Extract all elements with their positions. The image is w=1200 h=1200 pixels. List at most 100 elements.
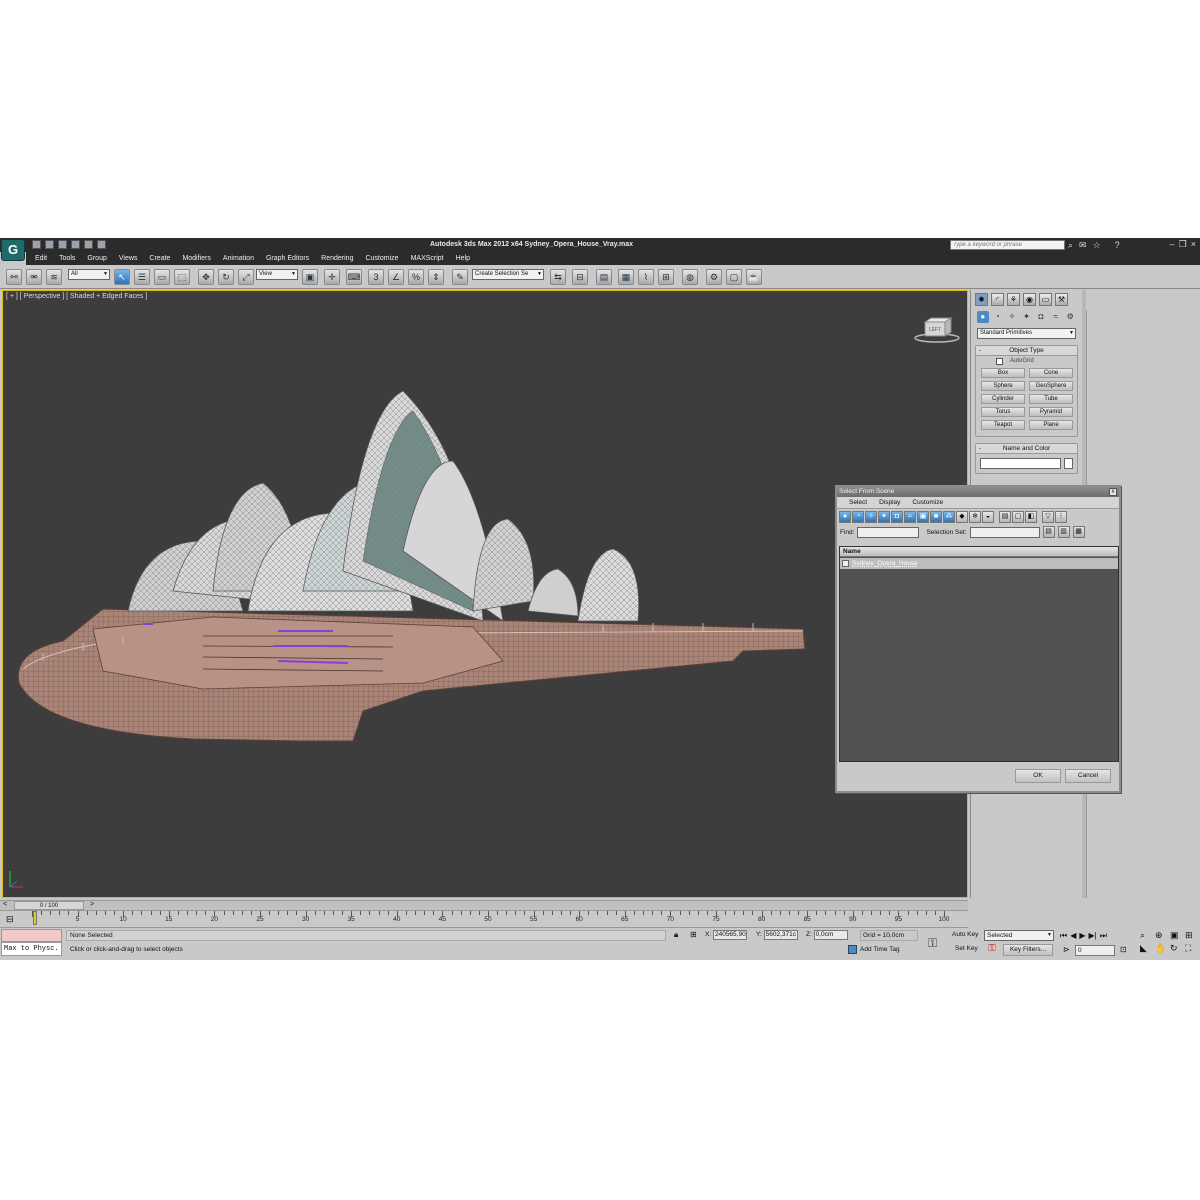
y-field[interactable]: 5602,371c (763, 930, 798, 940)
key-filters-button[interactable]: Key Filters... (1003, 944, 1053, 956)
field-of-view-icon[interactable]: ◣ (1140, 943, 1153, 954)
rotate-icon[interactable]: ↻ (218, 269, 234, 285)
box-button[interactable]: Box (981, 368, 1025, 378)
material-editor-icon[interactable]: ◍ (682, 269, 698, 285)
menu-views[interactable]: Views (114, 255, 143, 262)
set-keys-icon[interactable]: ⚿ (985, 943, 999, 957)
help-icon[interactable]: ? (1115, 240, 1120, 251)
track-bar[interactable]: ⊟ 5 10 15 20 25 30 35 40 45 50 55 60 65 70 75 80 85 90 95 1… (0, 910, 968, 928)
create-tab-icon[interactable]: ✹ (975, 293, 988, 306)
shapes-category-icon[interactable]: ◔ (992, 311, 1004, 323)
display-spacewarps-icon[interactable]: ≈ (904, 511, 916, 523)
zoom-icon[interactable]: ⌕ (1140, 930, 1153, 941)
reference-coordinate-dropdown[interactable]: View (256, 269, 298, 280)
next-frame-icon[interactable]: > (90, 901, 94, 908)
time-configuration-icon[interactable]: ⊡ (1120, 945, 1127, 954)
window-crossing-icon[interactable]: ⬚ (174, 269, 190, 285)
add-time-tag[interactable]: Add Time Tag (848, 945, 900, 954)
schematic-view-icon[interactable]: ⊞ (658, 269, 674, 285)
display-geometry-icon[interactable]: ● (839, 511, 851, 523)
restore-icon[interactable]: ❐ (1179, 239, 1187, 250)
object-color-swatch[interactable] (1064, 458, 1073, 469)
selection-set-remove-icon[interactable]: ▥ (1057, 526, 1070, 538)
hierarchy-tab-icon[interactable]: ⚘ (1007, 293, 1020, 306)
select-invert-icon[interactable]: ◧ (1025, 511, 1037, 523)
favorites-star-icon[interactable]: ☆ (1093, 240, 1101, 251)
minimize-icon[interactable]: – (1170, 239, 1175, 250)
key-icon[interactable]: ⚿ (928, 936, 937, 951)
dialog-menu-select[interactable]: Select (843, 497, 873, 508)
select-by-name-icon[interactable]: ☰ (134, 269, 150, 285)
time-cursor[interactable] (33, 911, 37, 925)
cone-button[interactable]: Cone (1029, 368, 1073, 378)
play-icon[interactable]: ▶ (1079, 931, 1085, 941)
cancel-button[interactable]: Cancel (1065, 769, 1111, 783)
rectangular-selection-icon[interactable]: ▭ (154, 269, 170, 285)
binoculars-icon[interactable]: ⌕ (1068, 240, 1073, 251)
utilities-tab-icon[interactable]: ⚒ (1055, 293, 1068, 306)
object-name-input[interactable] (980, 458, 1062, 469)
pan-icon[interactable]: ✋ (1155, 943, 1168, 954)
opera-house-model[interactable] (3, 291, 968, 898)
menu-rendering[interactable]: Rendering (316, 255, 358, 262)
angle-snap-icon[interactable]: ∠ (388, 269, 404, 285)
move-icon[interactable]: ✥ (198, 269, 214, 285)
go-to-start-icon[interactable]: ⏮ (1060, 931, 1067, 941)
keyboard-shortcut-icon[interactable]: ⌨ (346, 269, 362, 285)
cameras-category-icon[interactable]: ✦ (1021, 311, 1033, 323)
go-to-end-icon[interactable]: ⏭ (1100, 931, 1107, 941)
mini-curve-editor-icon[interactable]: ⊟ (6, 914, 14, 925)
display-shapes-icon[interactable]: ◔ (852, 511, 864, 523)
display-containers-icon[interactable]: ◆ (956, 511, 968, 523)
name-color-header[interactable]: Name and Color (976, 444, 1077, 454)
display-bones-icon[interactable]: ⁂ (943, 511, 955, 523)
dialog-menu-display[interactable]: Display (873, 497, 906, 508)
percent-snap-icon[interactable]: % (408, 269, 424, 285)
select-object-icon[interactable]: ↖ (114, 269, 130, 285)
lights-category-icon[interactable]: ✧ (1006, 311, 1018, 323)
menu-create[interactable]: Create (144, 255, 175, 262)
previous-frame-icon[interactable]: ◀ (1070, 931, 1076, 941)
project-folder-icon[interactable] (97, 240, 106, 249)
undo-icon[interactable] (71, 240, 80, 249)
ok-button[interactable]: OK (1015, 769, 1061, 783)
new-file-icon[interactable] (32, 240, 41, 249)
render-setup-icon[interactable]: ⚙ (706, 269, 722, 285)
filter-icon[interactable]: ▽ (1042, 511, 1054, 523)
menu-graph-editors[interactable]: Graph Editors (261, 255, 314, 262)
x-field[interactable]: 240565,90 (712, 930, 747, 940)
menu-tools[interactable]: Tools (54, 255, 80, 262)
select-none-icon[interactable]: ▢ (1012, 511, 1024, 523)
dialog-menu-customize[interactable]: Customize (906, 497, 949, 508)
orbit-icon[interactable]: ↻ (1170, 943, 1183, 954)
zoom-extents-icon[interactable]: ▣ (1170, 930, 1183, 941)
set-key-button[interactable]: Set Key (955, 945, 978, 952)
display-helpers-icon[interactable]: ◘ (891, 511, 903, 523)
unlink-icon[interactable]: ⚮ (26, 269, 42, 285)
search-input[interactable] (950, 240, 1065, 250)
layer-manager-icon[interactable]: ▤ (596, 269, 612, 285)
select-manipulate-icon[interactable]: ✛ (324, 269, 340, 285)
auto-key-button[interactable]: Auto Key (952, 931, 978, 938)
menu-help[interactable]: Help (451, 255, 475, 262)
frame-display[interactable]: 0 / 100 (14, 901, 84, 910)
curve-editor-icon[interactable]: ⌇ (638, 269, 654, 285)
redo-icon[interactable] (84, 240, 93, 249)
display-cameras-icon[interactable]: ✦ (878, 511, 890, 523)
display-lights-icon[interactable]: ✧ (865, 511, 877, 523)
maximize-viewport-icon[interactable]: ⛶ (1185, 943, 1198, 954)
mirror-icon[interactable]: ⇆ (550, 269, 566, 285)
menu-animation[interactable]: Animation (218, 255, 259, 262)
key-selection-dropdown[interactable]: Selected (984, 930, 1054, 941)
cylinder-button[interactable]: Cylinder (981, 394, 1025, 404)
selection-set-add-icon[interactable]: ▤ (1042, 526, 1055, 538)
plane-button[interactable]: Plane (1029, 420, 1073, 430)
autogrid-checkbox[interactable] (996, 358, 1003, 365)
hierarchy-filter-icon[interactable]: ⋮ (1055, 511, 1067, 523)
time-slider[interactable]: < 0 / 100 > (0, 900, 968, 910)
display-groups-icon[interactable]: ▣ (917, 511, 929, 523)
pyramid-button[interactable]: Pyramid (1029, 407, 1073, 417)
spacewarps-category-icon[interactable]: ≈ (1050, 311, 1062, 323)
render-production-icon[interactable]: ☕ (746, 269, 762, 285)
prev-frame-icon[interactable]: < (3, 901, 7, 908)
